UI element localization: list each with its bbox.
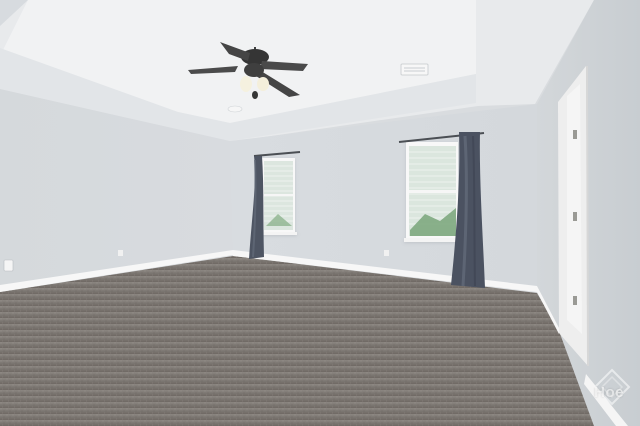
room-photo: Hoe bbox=[0, 0, 640, 426]
room-illustration bbox=[0, 0, 640, 426]
window-right bbox=[404, 142, 460, 242]
wall-outlet-mid bbox=[118, 250, 123, 256]
window-left bbox=[261, 158, 297, 235]
wall-outlet-back bbox=[384, 250, 389, 256]
door-frame bbox=[558, 65, 589, 367]
ceiling-vent bbox=[400, 63, 429, 76]
smoke-detector bbox=[227, 105, 243, 113]
wall-outlet-left bbox=[3, 259, 14, 272]
